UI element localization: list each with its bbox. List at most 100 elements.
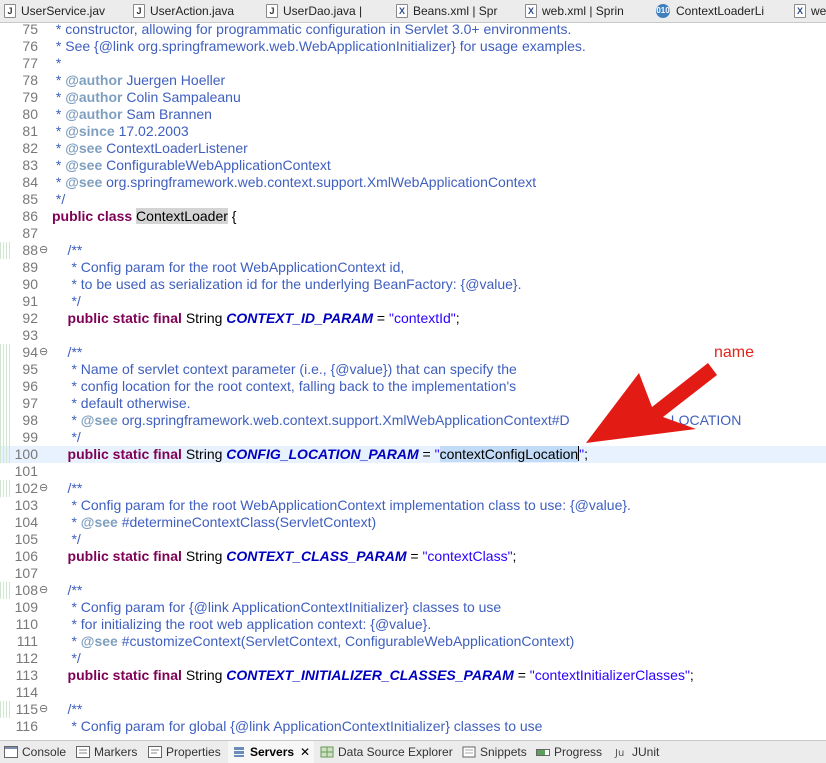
code-text[interactable]: */ <box>52 429 80 446</box>
tab-properties[interactable]: Properties <box>148 741 221 763</box>
code-text[interactable]: /** <box>52 344 83 361</box>
code-line[interactable]: 103 * Config param for the root WebAppli… <box>0 497 826 514</box>
code-text[interactable]: * @see org.springframework.web.context.s… <box>52 174 536 191</box>
tab-label: Snippets <box>480 745 527 759</box>
code-text[interactable]: * default otherwise. <box>52 395 190 412</box>
code-text[interactable]: * @see ContextLoaderListener <box>52 140 248 157</box>
tab-snippets[interactable]: Snippets <box>462 741 527 763</box>
fold-toggle-icon[interactable]: ⊖ <box>39 583 48 598</box>
code-text[interactable]: */ <box>52 650 80 667</box>
code-text[interactable]: * constructor, allowing for programmatic… <box>52 22 572 38</box>
code-text[interactable]: /** <box>52 242 83 259</box>
code-token: String <box>185 310 227 326</box>
code-line[interactable]: 79 * @author Colin Sampaleanu <box>0 89 826 106</box>
code-text[interactable]: public static final String CONTEXT_ID_PA… <box>52 310 460 327</box>
code-line[interactable]: 111 * @see #customizeContext(ServletCont… <box>0 633 826 650</box>
code-text[interactable]: * @author Sam Brannen <box>52 106 212 123</box>
code-line[interactable]: 90 * to be used as serialization id for … <box>0 276 826 293</box>
code-text[interactable]: * See {@link org.springframework.web.Web… <box>52 38 586 55</box>
code-text[interactable]: * @since 17.02.2003 <box>52 123 189 140</box>
code-text[interactable]: * @see #customizeContext(ServletContext,… <box>52 633 574 650</box>
code-text[interactable]: * @see #determineContextClass(ServletCon… <box>52 514 376 531</box>
code-text[interactable]: public static final String CONTEXT_INITI… <box>52 667 694 684</box>
code-line[interactable]: 82 * @see ContextLoaderListener <box>0 140 826 157</box>
tab-useraction[interactable]: J UserAction.java <box>133 0 234 22</box>
code-text[interactable]: */ <box>52 531 80 548</box>
code-text[interactable]: * @author Colin Sampaleanu <box>52 89 241 106</box>
tab-web-xml[interactable]: X web.xml | Sprin <box>525 0 624 22</box>
code-text[interactable]: public static final String CONTEXT_CLASS… <box>52 548 517 565</box>
code-line[interactable]: 106 public static final String CONTEXT_C… <box>0 548 826 565</box>
code-text[interactable]: */ <box>52 293 80 310</box>
code-line[interactable]: 105 */ <box>0 531 826 548</box>
fold-toggle-icon[interactable]: ⊖ <box>39 702 48 717</box>
tab-progress[interactable]: Progress <box>536 741 602 763</box>
code-text[interactable]: * Config param for global {@link Applica… <box>52 718 542 735</box>
code-text[interactable]: * to be used as serialization id for the… <box>52 276 521 293</box>
code-token: * <box>52 106 66 122</box>
code-text[interactable]: */ <box>52 191 65 208</box>
code-line[interactable]: 76 * See {@link org.springframework.web.… <box>0 38 826 55</box>
code-text[interactable]: * Config param for the root WebApplicati… <box>52 259 404 276</box>
tab-contextloaderlistener[interactable]: 010 ContextLoaderLi <box>655 0 764 22</box>
tab-servers[interactable]: Servers ✕ <box>228 741 315 763</box>
code-text[interactable]: * config location for the root context, … <box>52 378 516 395</box>
code-line[interactable]: 75 * constructor, allowing for programma… <box>0 22 826 38</box>
code-line[interactable]: 89 * Config param for the root WebApplic… <box>0 259 826 276</box>
code-text[interactable]: * Config param for the root WebApplicati… <box>52 497 630 514</box>
tab-console[interactable]: Console <box>4 741 66 763</box>
line-number: 114 <box>15 684 38 700</box>
code-line[interactable]: 78 * @author Juergen Hoeller <box>0 72 826 89</box>
code-line[interactable]: 84 * @see org.springframework.web.contex… <box>0 174 826 191</box>
code-line[interactable]: 115 ⊖ /** <box>0 701 826 718</box>
code-line[interactable]: 116 * Config param for global {@link App… <box>0 718 826 735</box>
code-text[interactable]: * Name of servlet context parameter (i.e… <box>52 361 516 378</box>
code-line[interactable]: 88 ⊖ /** <box>0 242 826 259</box>
code-text[interactable]: public static final String CONFIG_LOCATI… <box>52 446 588 463</box>
code-text[interactable]: * Config param for {@link ApplicationCon… <box>52 599 501 616</box>
code-text[interactable]: /** <box>52 582 83 599</box>
code-line[interactable]: 83 * @see ConfigurableWebApplicationCont… <box>0 157 826 174</box>
tab-beans-xml[interactable]: X Beans.xml | Spr <box>396 0 497 22</box>
fold-toggle-icon[interactable]: ⊖ <box>39 481 48 496</box>
code-line[interactable]: 101 <box>0 463 826 480</box>
code-line[interactable]: 92 public static final String CONTEXT_ID… <box>0 310 826 327</box>
code-text[interactable]: * @author Juergen Hoeller <box>52 72 225 89</box>
code-line[interactable]: 80 * @author Sam Brannen <box>0 106 826 123</box>
code-line[interactable]: 102 ⊖ /** <box>0 480 826 497</box>
code-line[interactable]: 109 * Config param for {@link Applicatio… <box>0 599 826 616</box>
code-line[interactable]: 93 <box>0 327 826 344</box>
code-text[interactable]: /** <box>52 480 83 497</box>
code-text[interactable]: public class ContextLoader { <box>52 208 236 225</box>
tab-junit[interactable]: Ju JUnit <box>614 741 659 763</box>
code-text[interactable]: /** <box>52 701 83 718</box>
console-icon <box>4 746 18 758</box>
code-line[interactable]: 86 public class ContextLoader { <box>0 208 826 225</box>
code-token: Sam Brannen <box>122 106 212 122</box>
code-line[interactable]: 114 <box>0 684 826 701</box>
code-line[interactable]: 85 */ <box>0 191 826 208</box>
tab-userdao[interactable]: J UserDao.java | <box>266 0 362 22</box>
fold-toggle-icon[interactable]: ⊖ <box>39 243 48 258</box>
code-line[interactable]: 110 * for initializing the root web appl… <box>0 616 826 633</box>
code-line[interactable]: 112 */ <box>0 650 826 667</box>
code-token: @see <box>80 633 118 649</box>
line-number: 89 <box>22 259 38 275</box>
close-icon[interactable]: ✕ <box>300 745 310 759</box>
tab-markers[interactable]: Markers <box>76 741 137 763</box>
code-line[interactable]: 87 <box>0 225 826 242</box>
code-text[interactable]: * @see ConfigurableWebApplicationContext <box>52 157 331 174</box>
fold-toggle-icon[interactable]: ⊖ <box>39 345 48 360</box>
code-line[interactable]: 108 ⊖ /** <box>0 582 826 599</box>
code-line[interactable]: 107 <box>0 565 826 582</box>
code-line[interactable]: 104 * @see #determineContextClass(Servle… <box>0 514 826 531</box>
code-line[interactable]: 77 * <box>0 55 826 72</box>
code-line[interactable]: 113 public static final String CONTEXT_I… <box>0 667 826 684</box>
tab-data-source-explorer[interactable]: Data Source Explorer <box>320 741 453 763</box>
code-text[interactable]: * for initializing the root web applicat… <box>52 616 431 633</box>
tab-web-xml-2[interactable]: X we <box>794 0 826 22</box>
code-line[interactable]: 81 * @since 17.02.2003 <box>0 123 826 140</box>
code-line[interactable]: 91 */ <box>0 293 826 310</box>
code-text[interactable]: * <box>52 55 61 72</box>
tab-userservice[interactable]: J UserService.jav <box>4 0 105 22</box>
